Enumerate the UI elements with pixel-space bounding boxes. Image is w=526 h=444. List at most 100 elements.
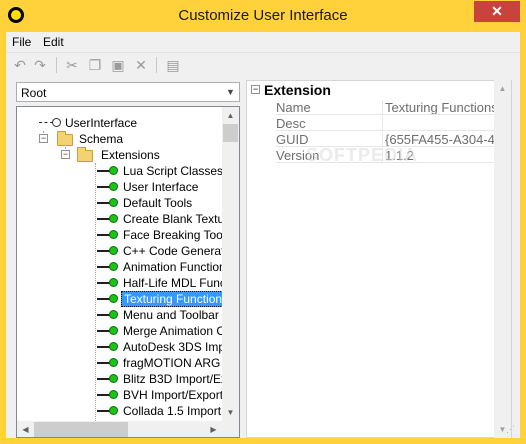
plugin-icon — [97, 357, 119, 369]
chevron-down-icon[interactable]: ▼ — [222, 83, 239, 101]
scroll-thumb[interactable] — [223, 124, 238, 142]
tree-item[interactable]: Collada 1.5 Import — [17, 403, 222, 419]
folder-icon — [57, 131, 73, 146]
toolbar: ↶ ↷ ✂ ❐ ▣ ✕ ▤ — [6, 52, 520, 76]
plugin-icon — [97, 197, 119, 209]
scroll-up-icon[interactable]: ▲ — [222, 107, 239, 124]
plugin-icon — [97, 309, 119, 321]
extension-tree: UserInterface − Schema − Extensions Lua … — [16, 106, 240, 438]
tree-item-label: Menu and Toolbar He — [123, 308, 222, 322]
plugin-icon — [97, 165, 119, 177]
plugin-icon — [97, 389, 119, 401]
tree-item[interactable]: C++ Code Generator — [17, 243, 222, 259]
property-value[interactable] — [383, 116, 511, 131]
tree-vertical-scrollbar[interactable]: ▲ ▼ — [222, 107, 239, 421]
folder-open-icon — [77, 147, 93, 162]
tree-item[interactable]: Create Blank Texture — [17, 211, 222, 227]
tree-item[interactable]: Merge Animation Class — [17, 323, 222, 339]
collapse-icon[interactable]: − — [251, 85, 260, 94]
scroll-thumb[interactable] — [34, 422, 128, 437]
tree-node-label: Schema — [79, 132, 124, 146]
menu-file[interactable]: File — [12, 35, 31, 49]
tree-item-label: Blitz B3D Import/Expo — [123, 372, 222, 386]
collapse-icon[interactable]: − — [61, 150, 70, 159]
tree-item-selected[interactable]: Texturing Functions — [17, 291, 222, 307]
tree-node-schema[interactable]: − Schema — [17, 131, 222, 147]
delete-icon[interactable]: ✕ — [132, 56, 150, 74]
plugin-icon — [97, 213, 119, 225]
watermark: SOFTPEDIA — [306, 145, 419, 165]
tree-item-label: Default Tools — [123, 196, 193, 210]
tree-node-userinterface[interactable]: UserInterface — [17, 115, 222, 131]
property-value[interactable]: Texturing Functions — [383, 100, 511, 115]
undo-icon[interactable]: ↶ — [11, 56, 29, 74]
connector-icon — [39, 117, 61, 129]
tree-item-label: User Interface — [123, 180, 199, 194]
resize-grip-icon[interactable]: ⋰ — [506, 424, 518, 436]
property-section-header[interactable]: − Extension — [247, 81, 511, 99]
copy-icon[interactable]: ❐ — [86, 56, 104, 74]
tree-item-label: BVH Import/Export — [123, 388, 222, 402]
property-name: Name — [276, 100, 383, 115]
plugin-icon — [97, 293, 119, 305]
root-dropdown-value: Root — [21, 86, 47, 100]
tree-item-label: Texturing Functions — [121, 291, 222, 307]
tree-item-label: Collada 1.5 Import — [123, 404, 222, 418]
tree-item[interactable]: Half-Life MDL Functio — [17, 275, 222, 291]
tree-item-label: C++ Code Generator — [123, 244, 222, 258]
menu-bar: File Edit — [6, 32, 520, 52]
tree-item-label: Animation Functions — [123, 260, 222, 274]
scroll-left-icon[interactable]: ◀ — [17, 421, 34, 437]
tree-node-label: Extensions — [101, 148, 160, 162]
tree-item-label: Half-Life MDL Functio — [123, 276, 222, 290]
tree-item[interactable]: Default Tools — [17, 195, 222, 211]
root-dropdown[interactable]: Root ▼ — [16, 82, 240, 102]
scrollbar-corner — [222, 421, 239, 437]
scroll-down-icon[interactable]: ▼ — [222, 404, 239, 421]
plugin-icon — [97, 229, 119, 241]
tree-item[interactable]: Menu and Toolbar He — [17, 307, 222, 323]
tree-item-label: AutoDesk 3DS Import — [123, 340, 222, 354]
tree-item[interactable]: AutoDesk 3DS Import — [17, 339, 222, 355]
tree-horizontal-scrollbar[interactable]: ◀ ▶ — [17, 421, 222, 437]
plugin-icon — [97, 405, 119, 417]
tree-node-extensions[interactable]: − Extensions — [17, 147, 222, 163]
tree-item[interactable]: Lua Script Classes — [17, 163, 222, 179]
tree-item[interactable]: Blitz B3D Import/Expo — [17, 371, 222, 387]
scroll-up-icon[interactable]: ▲ — [494, 80, 511, 97]
tree-item-label: fragMOTION ARG Imp — [123, 356, 222, 370]
cut-icon[interactable]: ✂ — [63, 56, 81, 74]
properties-icon[interactable]: ▤ — [164, 56, 182, 74]
tree-item[interactable]: User Interface — [17, 179, 222, 195]
property-section-title: Extension — [264, 82, 331, 98]
tree-item-label: Face Breaking Tool — [123, 228, 222, 242]
tree-node-label: UserInterface — [65, 116, 138, 130]
tree-item-label: Lua Script Classes — [123, 164, 222, 178]
property-vertical-scrollbar[interactable]: ▲ ▼ — [494, 80, 511, 438]
tree-item-label: Merge Animation Class — [123, 324, 222, 338]
toolbar-separator — [56, 57, 57, 73]
title-bar[interactable]: Customize User Interface ✕ — [0, 0, 526, 32]
paste-icon[interactable]: ▣ — [109, 56, 127, 74]
property-grid: − Extension Name Texturing Functions Des… — [246, 80, 512, 438]
tree-item[interactable]: Face Breaking Tool — [17, 227, 222, 243]
redo-icon[interactable]: ↷ — [31, 56, 49, 74]
scroll-right-icon[interactable]: ▶ — [205, 421, 222, 437]
tree-item[interactable]: fragMOTION ARG Imp — [17, 355, 222, 371]
plugin-icon — [97, 181, 119, 193]
close-button[interactable]: ✕ — [474, 1, 520, 22]
plugin-icon — [97, 245, 119, 257]
tree-item-label: Create Blank Texture — [123, 212, 222, 226]
tree-item[interactable]: BVH Import/Export — [17, 387, 222, 403]
tree-item[interactable]: Animation Functions — [17, 259, 222, 275]
menu-edit[interactable]: Edit — [43, 35, 64, 49]
plugin-icon — [97, 341, 119, 353]
plugin-icon — [97, 325, 119, 337]
property-row-name[interactable]: Name Texturing Functions — [247, 99, 511, 115]
plugin-icon — [97, 373, 119, 385]
plugin-icon — [97, 261, 119, 273]
toolbar-separator — [156, 57, 157, 73]
collapse-icon[interactable]: − — [39, 134, 48, 143]
property-name: Desc — [276, 116, 383, 131]
property-row-desc[interactable]: Desc — [247, 115, 511, 131]
